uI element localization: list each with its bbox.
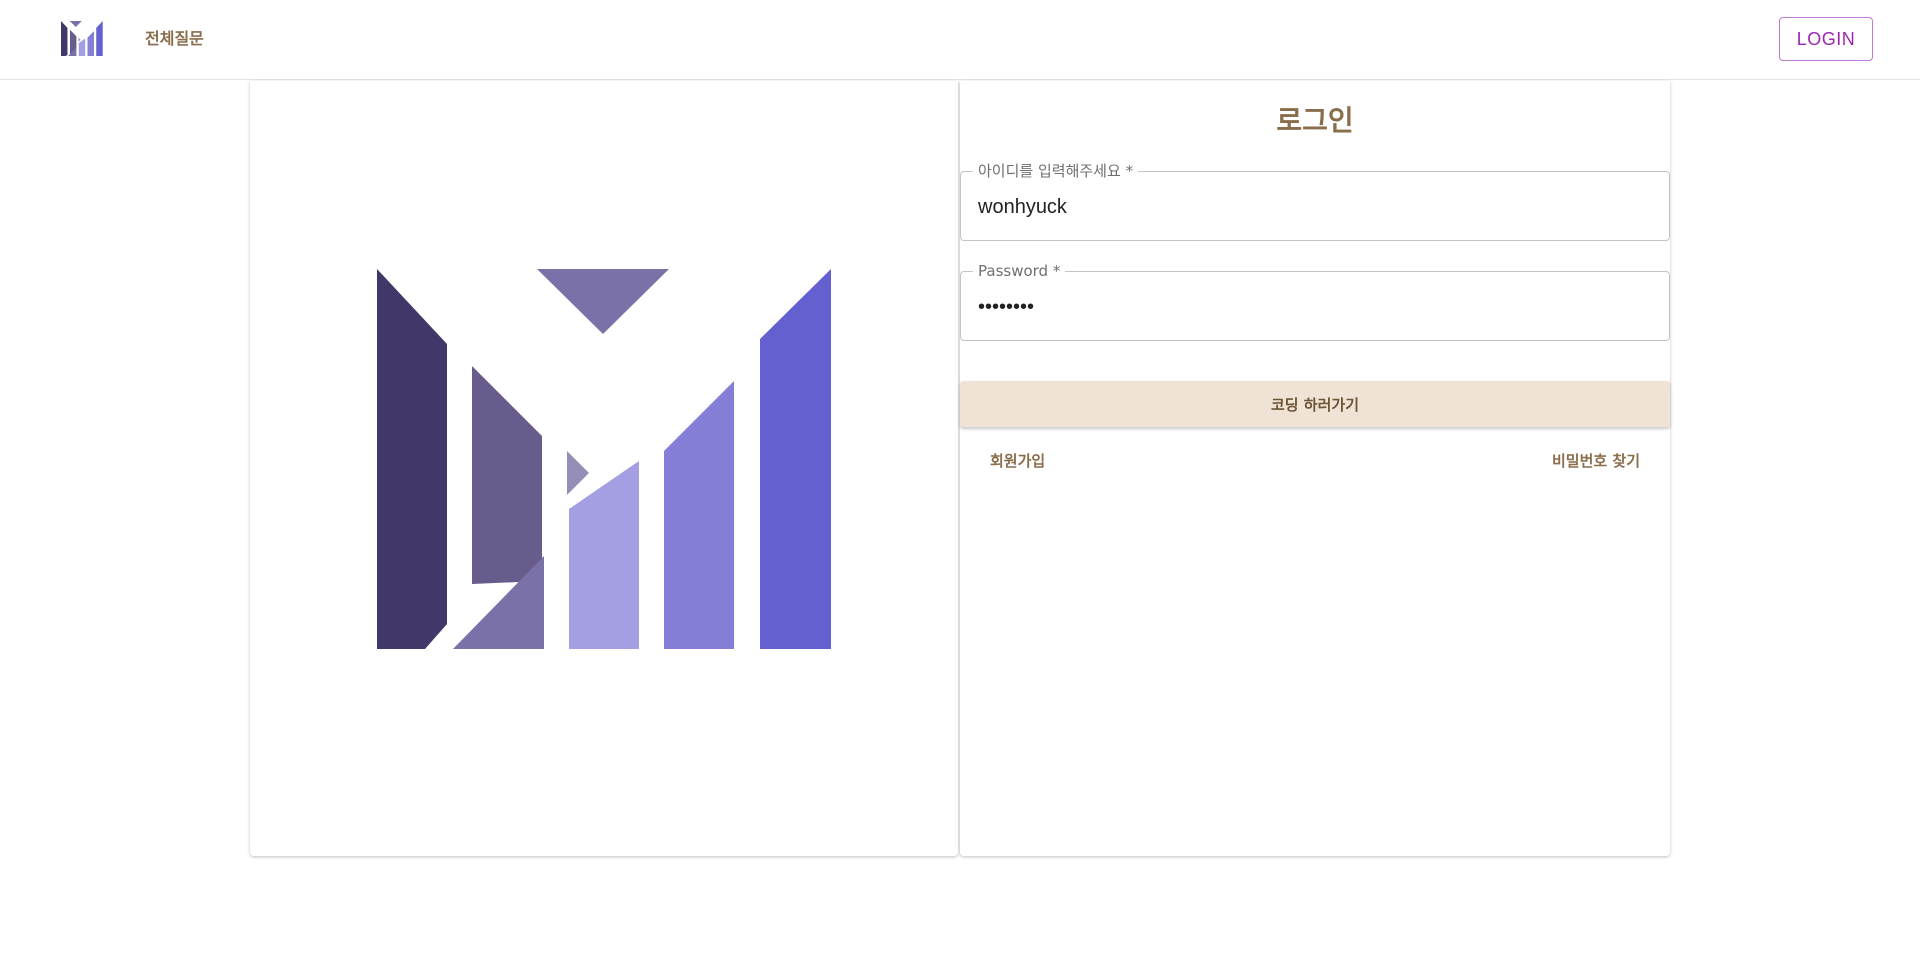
required-mark: * xyxy=(1052,262,1061,280)
hero-card xyxy=(250,81,958,856)
id-field[interactable]: 아이디를 입력해주세요 * xyxy=(960,161,1670,241)
top-navigation-bar: 전체질문 LOGIN xyxy=(0,0,1920,80)
find-password-link[interactable]: 비밀번호 찾기 xyxy=(1552,451,1640,471)
id-input[interactable] xyxy=(978,190,1648,224)
login-title: 로그인 xyxy=(1276,104,1354,137)
nav-all-questions-link[interactable]: 전체질문 xyxy=(145,27,204,51)
login-form-card: 로그인 아이디를 입력해주세요 * Password * 코딩 하러가기 회원가… xyxy=(960,81,1670,856)
brand-logo-icon[interactable] xyxy=(61,20,103,57)
brand-logo-large-icon xyxy=(377,269,831,649)
required-mark: * xyxy=(1125,162,1134,180)
login-button[interactable]: LOGIN xyxy=(1779,17,1873,61)
submit-login-button[interactable]: 코딩 하러가기 xyxy=(960,381,1670,427)
password-field[interactable]: Password * xyxy=(960,261,1670,341)
signup-link[interactable]: 회원가입 xyxy=(990,451,1045,471)
id-field-label: 아이디를 입력해주세요 * xyxy=(973,161,1139,181)
password-field-label: Password * xyxy=(973,261,1066,281)
password-input[interactable] xyxy=(978,290,1648,324)
